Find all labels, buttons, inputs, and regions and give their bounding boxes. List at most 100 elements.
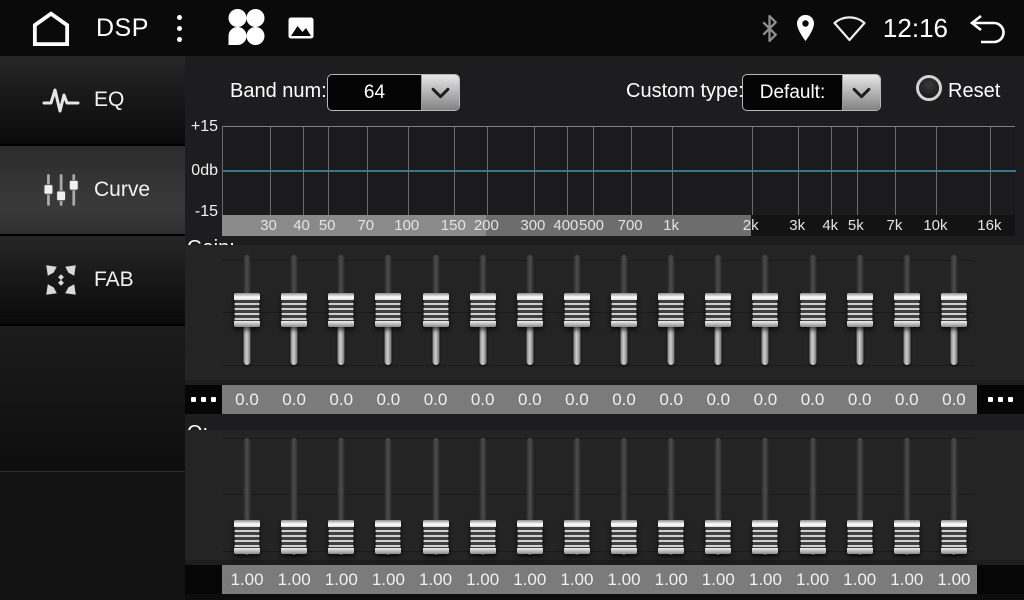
q-slider-knob[interactable]	[423, 520, 449, 554]
status-bar: DSP	[0, 0, 1024, 56]
gain-slider-5[interactable]	[419, 245, 453, 380]
q-slider-knob[interactable]	[752, 520, 778, 554]
gain-slider-16[interactable]	[937, 245, 971, 380]
custom-type-dropdown[interactable]: Default:	[742, 74, 881, 111]
gridline	[367, 127, 368, 216]
q-slider-11[interactable]	[701, 430, 735, 560]
gain-more-right-button[interactable]	[977, 385, 1024, 414]
q-slider-knob[interactable]	[281, 520, 307, 554]
gridline	[328, 127, 329, 216]
q-slider-14[interactable]	[843, 430, 877, 560]
gain-value-11: 0.0	[706, 385, 730, 414]
q-slider-knob[interactable]	[941, 520, 967, 554]
q-slider-6[interactable]	[466, 430, 500, 560]
gain-slider-knob[interactable]	[375, 293, 401, 327]
gain-slider-knob[interactable]	[705, 293, 731, 327]
q-slider-knob[interactable]	[517, 520, 543, 554]
q-slider-knob[interactable]	[564, 520, 590, 554]
gain-slider-8[interactable]	[560, 245, 594, 380]
gain-slider-knob[interactable]	[328, 293, 354, 327]
gain-slider-7[interactable]	[513, 245, 547, 380]
q-row-left-cell	[185, 565, 222, 594]
q-slider-knob[interactable]	[705, 520, 731, 554]
q-slider-15[interactable]	[890, 430, 924, 560]
dsp-app-screen: DSP	[0, 0, 1024, 600]
q-slider-knob[interactable]	[894, 520, 920, 554]
band-num-dropdown[interactable]: 64	[327, 74, 460, 111]
q-slider-knob[interactable]	[800, 520, 826, 554]
clock: 12:16	[883, 13, 948, 44]
eq-curve-plot[interactable]	[222, 126, 1015, 215]
x-tick-label: 700	[618, 215, 643, 236]
q-slider-knob[interactable]	[328, 520, 354, 554]
gain-slider-knob[interactable]	[470, 293, 496, 327]
gain-value-row: 0.00.00.00.00.00.00.00.00.00.00.00.00.00…	[185, 385, 1024, 414]
q-slider-12[interactable]	[748, 430, 782, 560]
gain-slider-4[interactable]	[371, 245, 405, 380]
chevron-down-icon[interactable]	[842, 75, 880, 110]
q-slider-2[interactable]	[277, 430, 311, 560]
q-slider-8[interactable]	[560, 430, 594, 560]
gain-slider-knob[interactable]	[234, 293, 260, 327]
gain-slider-9[interactable]	[607, 245, 641, 380]
q-slider-9[interactable]	[607, 430, 641, 560]
gain-slider-13[interactable]	[796, 245, 830, 380]
gain-slider-knob[interactable]	[894, 293, 920, 327]
gain-more-left-button[interactable]	[185, 385, 222, 414]
gain-slider-knob[interactable]	[800, 293, 826, 327]
sidebar-item-fab[interactable]: FAB	[0, 236, 185, 326]
gallery-icon[interactable]	[288, 17, 314, 39]
bluetooth-icon[interactable]	[760, 15, 779, 42]
gain-slider-knob[interactable]	[517, 293, 543, 327]
sidebar-item-curve[interactable]: Curve	[0, 146, 185, 236]
q-value-7: 1.00	[513, 565, 546, 594]
q-slider-4[interactable]	[371, 430, 405, 560]
q-slider-knob[interactable]	[470, 520, 496, 554]
q-slider-knob[interactable]	[375, 520, 401, 554]
sidebar-item-eq[interactable]: EQ	[0, 56, 185, 146]
q-value-3: 1.00	[325, 565, 358, 594]
q-slider-1[interactable]	[230, 430, 264, 560]
q-slider-knob[interactable]	[611, 520, 637, 554]
gain-slider-2[interactable]	[277, 245, 311, 380]
gain-slider-knob[interactable]	[281, 293, 307, 327]
gain-slider-knob[interactable]	[423, 293, 449, 327]
x-tick-label: 2k	[743, 215, 759, 236]
gain-slider-1[interactable]	[230, 245, 264, 380]
q-slider-7[interactable]	[513, 430, 547, 560]
gain-slider-12[interactable]	[748, 245, 782, 380]
q-slider-knob[interactable]	[847, 520, 873, 554]
gain-slider-15[interactable]	[890, 245, 924, 380]
gain-slider-3[interactable]	[324, 245, 358, 380]
q-slider-knob[interactable]	[658, 520, 684, 554]
overflow-menu-icon[interactable]	[171, 11, 188, 46]
back-icon[interactable]	[968, 13, 1008, 44]
q-slider-3[interactable]	[324, 430, 358, 560]
gain-slider-knob[interactable]	[564, 293, 590, 327]
reset-radio[interactable]	[916, 75, 942, 101]
wifi-icon[interactable]	[832, 14, 867, 42]
gain-slider-6[interactable]	[466, 245, 500, 380]
q-slider-5[interactable]	[419, 430, 453, 560]
sidebar-item-label: EQ	[94, 88, 124, 112]
q-slider-13[interactable]	[796, 430, 830, 560]
gain-slider-10[interactable]	[654, 245, 688, 380]
gain-slider-knob[interactable]	[611, 293, 637, 327]
q-slider-16[interactable]	[937, 430, 971, 560]
gain-slider-knob[interactable]	[658, 293, 684, 327]
chevron-down-icon[interactable]	[421, 75, 459, 110]
gain-slider-11[interactable]	[701, 245, 735, 380]
gridline	[798, 127, 799, 216]
location-icon[interactable]	[795, 14, 816, 42]
q-value-4: 1.00	[372, 565, 405, 594]
q-slider-10[interactable]	[654, 430, 688, 560]
gain-slider-knob[interactable]	[941, 293, 967, 327]
gridline	[270, 127, 271, 216]
gain-slider-14[interactable]	[843, 245, 877, 380]
gain-slider-knob[interactable]	[847, 293, 873, 327]
home-icon[interactable]	[28, 9, 74, 47]
q-slider-knob[interactable]	[234, 520, 260, 554]
gain-slider-knob[interactable]	[752, 293, 778, 327]
apps-clover-icon[interactable]	[226, 8, 266, 48]
q-row-right-cell	[977, 565, 1024, 594]
